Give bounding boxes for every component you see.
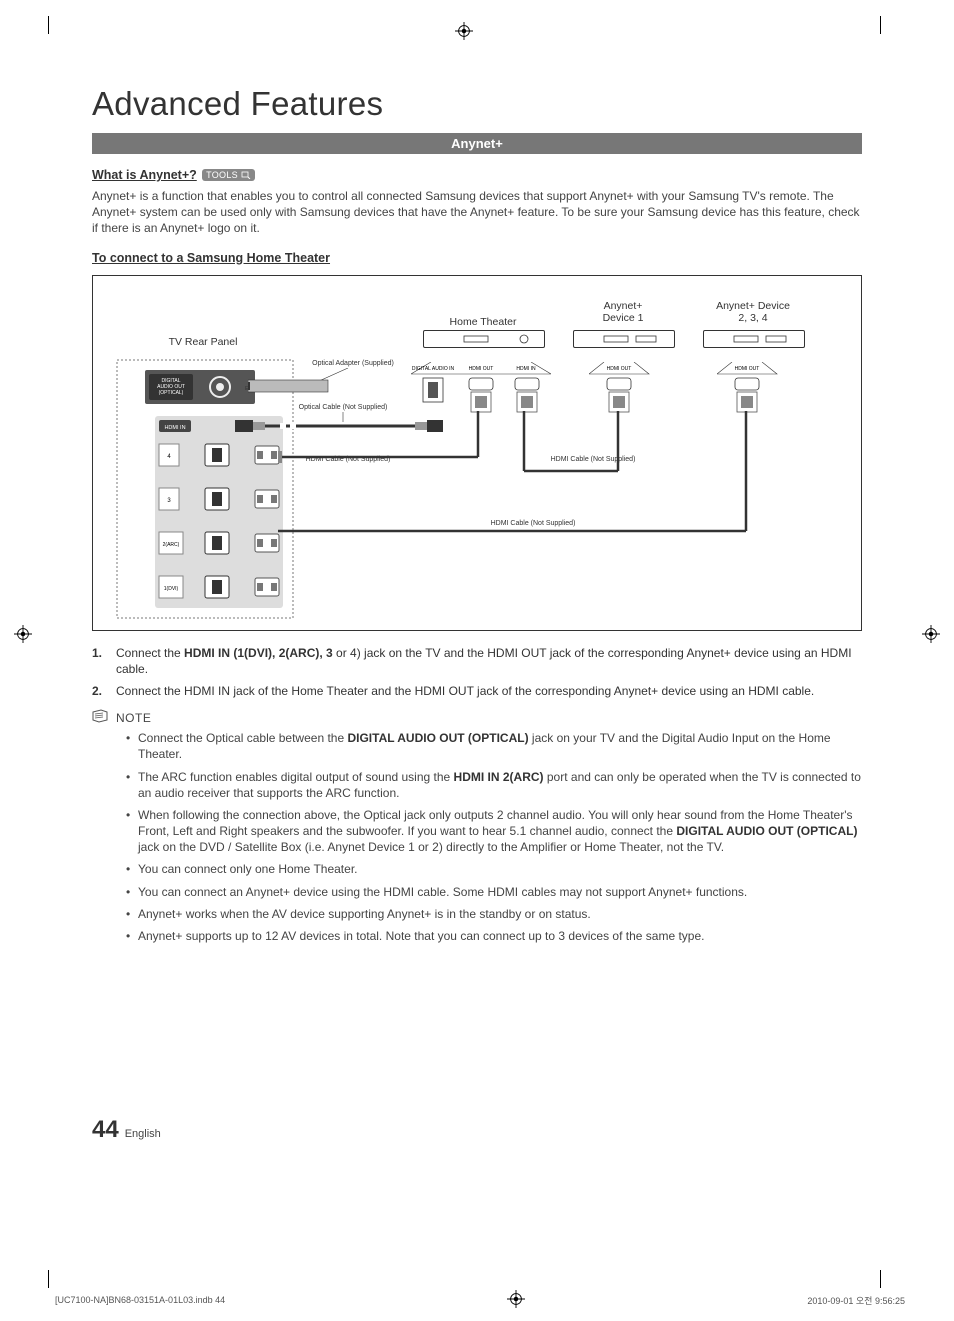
- subhead-what: What is Anynet+?: [92, 168, 197, 182]
- intro-text: Anynet+ is a function that enables you t…: [92, 188, 862, 237]
- connection-diagram: TV Rear Panel Home Theater Anynet+ Devic…: [92, 275, 862, 631]
- note-3: When following the connection above, the…: [126, 807, 862, 856]
- box-anynet-dev234: [703, 330, 805, 348]
- page-number: 44: [92, 1116, 119, 1144]
- note-1: Connect the Optical cable between the DI…: [126, 730, 862, 762]
- print-file: [UC7100-NA]BN68-03151A-01L03.indb 44: [55, 1295, 225, 1305]
- notes-list: Connect the Optical cable between the DI…: [126, 730, 862, 944]
- svg-text:HDMI OUT: HDMI OUT: [735, 366, 760, 372]
- registration-mark-top: [455, 22, 473, 50]
- hdmi-cables-art: [278, 411, 788, 571]
- label-tv-rear: TV Rear Panel: [153, 336, 253, 348]
- svg-text:HDMI IN: HDMI IN: [164, 425, 185, 431]
- registration-mark-right: [922, 625, 940, 646]
- page-footer: 44 English: [92, 1116, 862, 1144]
- label-optical-cable: Optical Cable (Not Supplied): [283, 404, 403, 411]
- label-hdmi-cable-2: HDMI Cable (Not Supplied): [533, 456, 653, 463]
- box-anynet-dev1: [573, 330, 675, 348]
- crop-marks-top: [0, 22, 954, 50]
- svg-text:2(ARC): 2(ARC): [163, 542, 180, 548]
- page-content: Advanced Features Anynet+ What is Anynet…: [92, 85, 862, 1154]
- note-5: You can connect an Anynet+ device using …: [126, 884, 862, 900]
- note-6: Anynet+ works when the AV device support…: [126, 906, 862, 922]
- box-home-theater: [423, 330, 545, 348]
- optical-adapter-art: [248, 368, 388, 398]
- note-icon: [92, 709, 110, 726]
- note-2: The ARC function enables digital output …: [126, 769, 862, 801]
- tools-label: TOOLS: [206, 170, 238, 180]
- subhead-connect: To connect to a Samsung Home Theater: [92, 251, 330, 265]
- crop-marks-bottom: [0, 1260, 954, 1288]
- note-7: Anynet+ supports up to 12 AV devices in …: [126, 928, 862, 944]
- note-label: NOTE: [116, 711, 151, 725]
- svg-text:HDMI IN: HDMI IN: [516, 366, 536, 372]
- step-2: 2. Connect the HDMI IN jack of the Home …: [92, 683, 862, 699]
- print-footer: [UC7100-NA]BN68-03151A-01L03.indb 44 201…: [55, 1290, 905, 1310]
- label-home-theater: Home Theater: [433, 316, 533, 328]
- svg-text:DIGITAL AUDIO IN: DIGITAL AUDIO IN: [412, 366, 455, 372]
- svg-text:HDMI OUT: HDMI OUT: [469, 366, 494, 372]
- page-language: English: [125, 1128, 161, 1140]
- what-is-heading: What is Anynet+? TOOLS: [92, 168, 862, 182]
- tools-icon: [241, 171, 251, 179]
- label-optical-adapter: Optical Adapter (Supplied): [303, 360, 403, 367]
- svg-text:(OPTICAL): (OPTICAL): [159, 390, 184, 396]
- svg-text:HDMI OUT: HDMI OUT: [607, 366, 632, 372]
- tools-badge: TOOLS: [202, 169, 255, 181]
- label-anynet-dev1: Anynet+ Device 1: [573, 300, 673, 324]
- label-anynet-dev234: Anynet+ Device 2, 3, 4: [698, 300, 808, 324]
- registration-mark-left: [14, 625, 32, 646]
- label-hdmi-cable-3: HDMI Cable (Not Supplied): [473, 520, 593, 527]
- note-4: You can connect only one Home Theater.: [126, 861, 862, 877]
- note-heading: NOTE: [92, 709, 862, 726]
- page-title: Advanced Features: [92, 85, 862, 123]
- steps-list: 1. Connect the HDMI IN (1(DVI), 2(ARC), …: [92, 645, 862, 700]
- print-timestamp: 2010-09-01 오전 9:56:25: [807, 1294, 905, 1307]
- registration-mark-bottom: [507, 1290, 525, 1310]
- svg-text:1(DVI): 1(DVI): [164, 586, 179, 592]
- step-1: 1. Connect the HDMI IN (1(DVI), 2(ARC), …: [92, 645, 862, 677]
- section-bar: Anynet+: [92, 133, 862, 154]
